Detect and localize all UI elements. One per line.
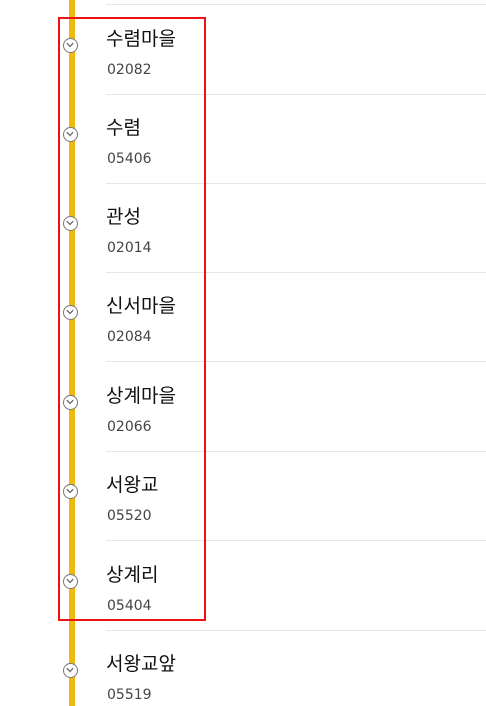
divider (106, 272, 486, 273)
stop-name: 상계리 (106, 564, 159, 586)
chevron-down-icon (63, 38, 78, 53)
divider (106, 183, 486, 184)
stop-item[interactable]: 상계리 05404 (0, 562, 486, 651)
stop-name: 수렴 (106, 117, 141, 139)
stop-number: 02066 (107, 419, 152, 435)
stop-name: 서왕교앞 (106, 653, 176, 675)
divider (106, 94, 486, 95)
chevron-down-icon (63, 395, 78, 410)
divider (106, 630, 486, 631)
stop-item[interactable]: 관성 02014 (0, 204, 486, 293)
stop-number: 02084 (107, 329, 152, 345)
stop-item[interactable]: 상계마을 02066 (0, 383, 486, 472)
chevron-down-icon (63, 663, 78, 678)
divider (106, 361, 486, 362)
stop-number: 02082 (107, 62, 152, 78)
stop-name: 상계마을 (106, 385, 176, 407)
divider (106, 451, 486, 452)
divider (106, 540, 486, 541)
chevron-down-icon (63, 484, 78, 499)
stop-number: 05404 (107, 598, 152, 614)
chevron-down-icon (63, 127, 78, 142)
stop-number: 05406 (107, 151, 152, 167)
stop-number: 05520 (107, 508, 152, 524)
stop-item[interactable]: 수렴 05406 (0, 115, 486, 204)
stop-list: 수렴마을 02082 수렴 05406 관성 02014 신서마을 02084 … (0, 0, 486, 706)
stop-name: 서왕교 (106, 474, 159, 496)
stop-name: 관성 (106, 206, 141, 228)
stop-name: 신서마을 (106, 295, 176, 317)
stop-number: 02014 (107, 240, 152, 256)
chevron-down-icon (63, 574, 78, 589)
bus-route-screen: 수렴마을 02082 수렴 05406 관성 02014 신서마을 02084 … (0, 0, 486, 706)
stop-item[interactable]: 신서마을 02084 (0, 293, 486, 382)
chevron-down-icon (63, 216, 78, 231)
stop-item[interactable]: 수렴마을 02082 (0, 26, 486, 115)
stop-item[interactable]: 서왕교앞 05519 (0, 651, 486, 706)
stop-number: 05519 (107, 687, 152, 703)
chevron-down-icon (63, 305, 78, 320)
stop-name: 수렴마을 (106, 28, 176, 50)
stop-item[interactable]: 서왕교 05520 (0, 472, 486, 561)
